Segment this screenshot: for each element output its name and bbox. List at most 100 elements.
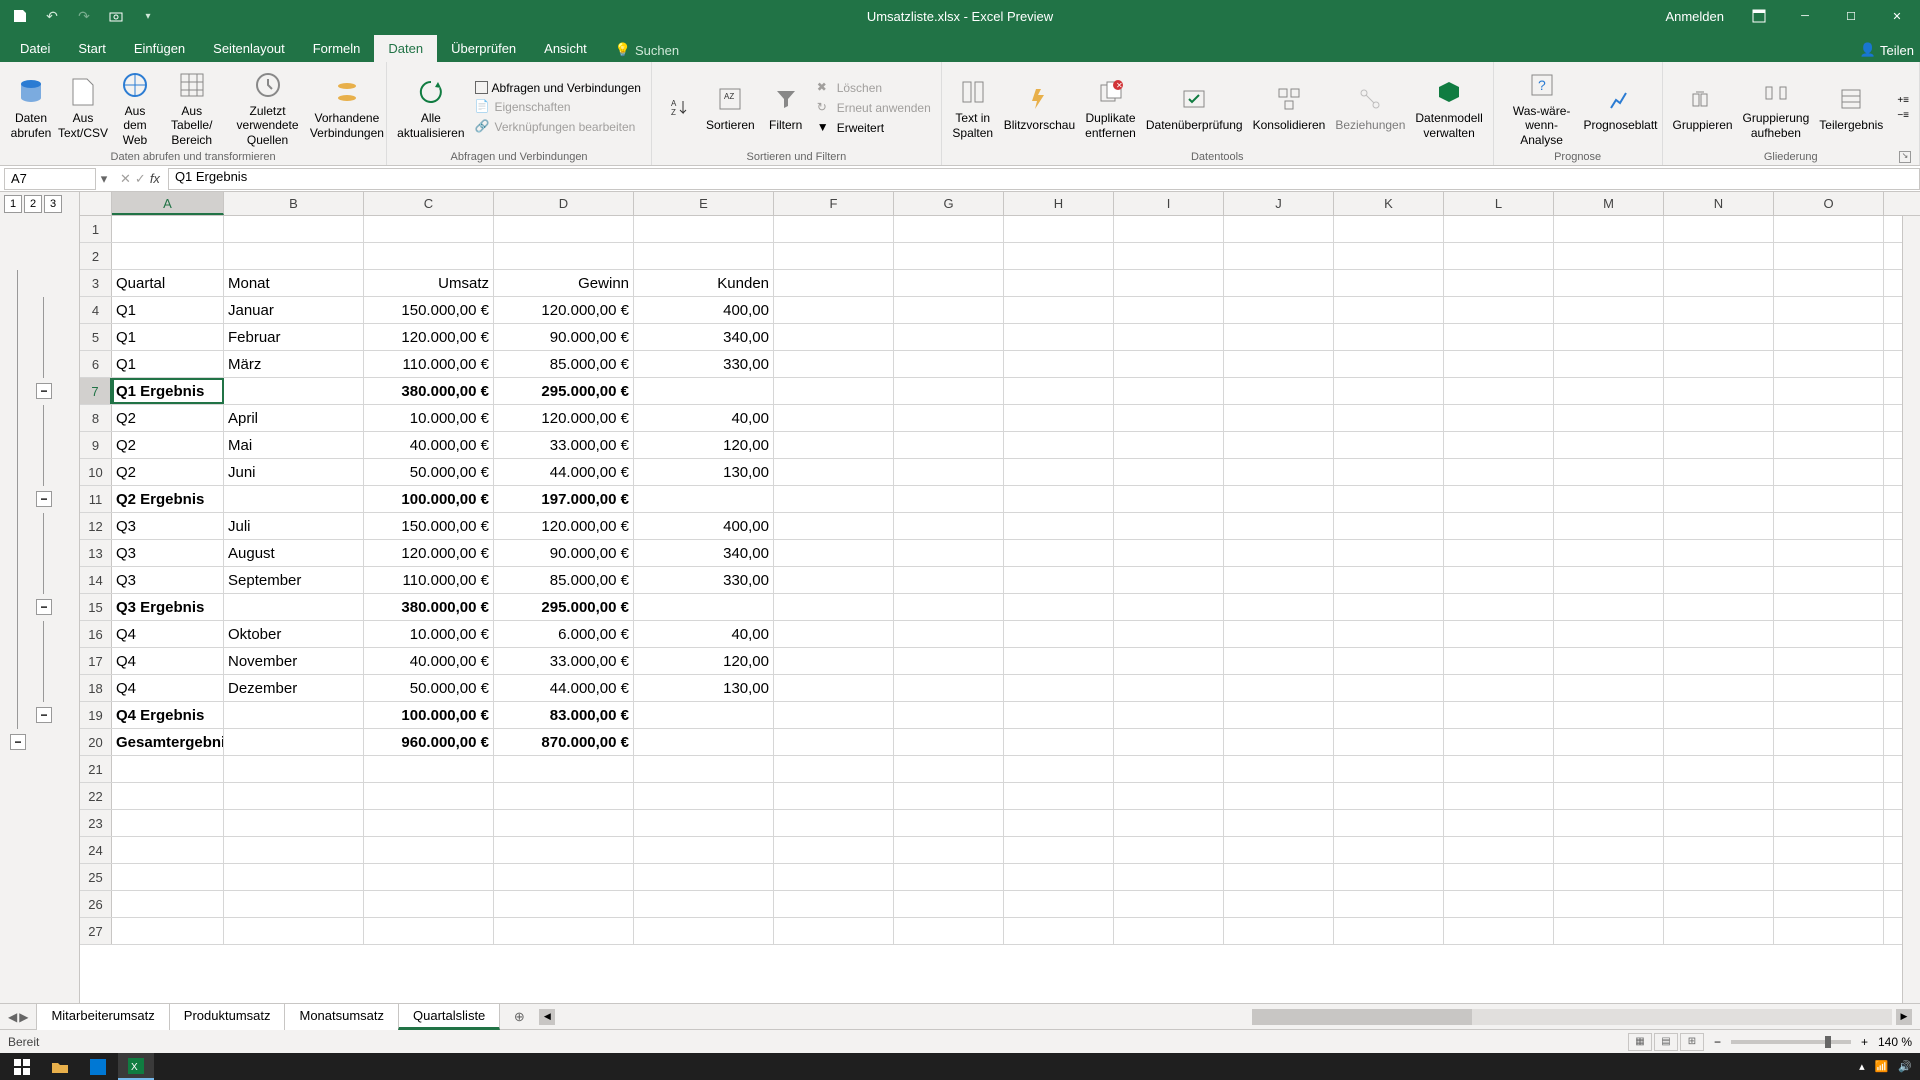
cell[interactable] <box>112 783 224 809</box>
row-header[interactable]: 21 <box>80 756 112 782</box>
cell[interactable] <box>1334 783 1444 809</box>
cell[interactable] <box>494 783 634 809</box>
cell[interactable] <box>1774 783 1884 809</box>
cell[interactable] <box>1224 729 1334 755</box>
cell[interactable] <box>894 351 1004 377</box>
cell[interactable]: 40,00 <box>634 405 774 431</box>
cell[interactable]: 120,00 <box>634 432 774 458</box>
outline-level-1[interactable]: 1 <box>4 195 22 213</box>
cell[interactable] <box>1004 567 1114 593</box>
cell[interactable] <box>494 756 634 782</box>
cell[interactable]: Gesamtergebnis <box>112 729 224 755</box>
cell[interactable] <box>1444 675 1554 701</box>
cell[interactable] <box>774 594 894 620</box>
cell[interactable] <box>1554 621 1664 647</box>
cell[interactable] <box>1224 405 1334 431</box>
cell[interactable]: Gewinn <box>494 270 634 296</box>
cell[interactable] <box>1444 216 1554 242</box>
cell[interactable] <box>1224 513 1334 539</box>
cell[interactable] <box>774 243 894 269</box>
sheet-nav-last[interactable]: ▶ <box>19 1010 28 1024</box>
ribbon-tab-formeln[interactable]: Formeln <box>299 35 375 62</box>
fx-icon[interactable]: fx <box>150 171 160 186</box>
tray-up-icon[interactable]: ▴ <box>1859 1060 1865 1073</box>
cell[interactable]: Kunden <box>634 270 774 296</box>
cell[interactable] <box>1444 324 1554 350</box>
cell[interactable] <box>1554 810 1664 836</box>
cell[interactable] <box>224 378 364 404</box>
cell[interactable] <box>1004 378 1114 404</box>
row-header[interactable]: 27 <box>80 918 112 944</box>
cell[interactable] <box>1334 729 1444 755</box>
cell[interactable] <box>1004 702 1114 728</box>
cell[interactable] <box>1554 864 1664 890</box>
cell[interactable] <box>1224 810 1334 836</box>
cell[interactable] <box>1004 540 1114 566</box>
cell[interactable]: Q4 <box>112 621 224 647</box>
cell[interactable] <box>224 756 364 782</box>
cell[interactable]: Monat <box>224 270 364 296</box>
cell[interactable] <box>1444 783 1554 809</box>
cell[interactable] <box>1774 270 1884 296</box>
cell[interactable] <box>224 702 364 728</box>
row-header[interactable]: 6 <box>80 351 112 377</box>
cell[interactable] <box>1224 459 1334 485</box>
cell[interactable] <box>1114 351 1224 377</box>
cell[interactable]: 40.000,00 € <box>364 648 494 674</box>
cell[interactable] <box>1334 432 1444 458</box>
cell[interactable]: 295.000,00 € <box>494 594 634 620</box>
cell[interactable] <box>1664 540 1774 566</box>
column-header-L[interactable]: L <box>1444 192 1554 215</box>
row-header[interactable]: 22 <box>80 783 112 809</box>
cell[interactable] <box>774 486 894 512</box>
cell[interactable] <box>1444 270 1554 296</box>
cell[interactable]: 33.000,00 € <box>494 648 634 674</box>
cell[interactable] <box>774 405 894 431</box>
cell[interactable] <box>1334 297 1444 323</box>
cell[interactable]: Q3 Ergebnis <box>112 594 224 620</box>
cell[interactable] <box>1004 891 1114 917</box>
cell[interactable] <box>1664 513 1774 539</box>
row-header[interactable]: 5 <box>80 324 112 350</box>
cell[interactable] <box>774 756 894 782</box>
cell[interactable] <box>364 783 494 809</box>
cell[interactable] <box>1114 594 1224 620</box>
what-if-analysis-button[interactable]: ?Was-wäre-wenn- Analyse <box>1500 66 1584 149</box>
cell[interactable] <box>774 297 894 323</box>
cell[interactable] <box>1444 243 1554 269</box>
cell[interactable] <box>1444 648 1554 674</box>
cell[interactable] <box>1774 513 1884 539</box>
cell[interactable]: 340,00 <box>634 540 774 566</box>
group-button[interactable]: Gruppieren <box>1669 80 1737 134</box>
row-header[interactable]: 11 <box>80 486 112 512</box>
cell[interactable] <box>1224 918 1334 944</box>
cell[interactable] <box>1774 351 1884 377</box>
cell[interactable]: 960.000,00 € <box>364 729 494 755</box>
cell[interactable] <box>1334 702 1444 728</box>
row-header[interactable]: 4 <box>80 297 112 323</box>
cell[interactable] <box>774 324 894 350</box>
cell[interactable]: 50.000,00 € <box>364 459 494 485</box>
cell[interactable] <box>894 567 1004 593</box>
cell[interactable]: 295.000,00 € <box>494 378 634 404</box>
cell[interactable] <box>1224 594 1334 620</box>
cell[interactable] <box>364 243 494 269</box>
remove-duplicates-button[interactable]: ✕Duplikate entfernen <box>1081 73 1140 142</box>
cell[interactable]: Juli <box>224 513 364 539</box>
hscroll-right[interactable]: ▶ <box>1896 1009 1912 1025</box>
cell[interactable] <box>1224 540 1334 566</box>
cell[interactable]: Quartal <box>112 270 224 296</box>
zoom-level[interactable]: 140 % <box>1878 1035 1912 1049</box>
row-header[interactable]: 8 <box>80 405 112 431</box>
cell[interactable] <box>894 621 1004 647</box>
cell[interactable] <box>364 864 494 890</box>
cell[interactable] <box>1334 243 1444 269</box>
cell[interactable] <box>1334 486 1444 512</box>
cell[interactable] <box>1664 621 1774 647</box>
hscroll-left[interactable]: ◀ <box>539 1009 555 1025</box>
ribbon-tab-datei[interactable]: Datei <box>6 35 64 62</box>
cell[interactable] <box>1554 675 1664 701</box>
cell[interactable] <box>1774 891 1884 917</box>
cell[interactable] <box>1334 378 1444 404</box>
column-header-N[interactable]: N <box>1664 192 1774 215</box>
